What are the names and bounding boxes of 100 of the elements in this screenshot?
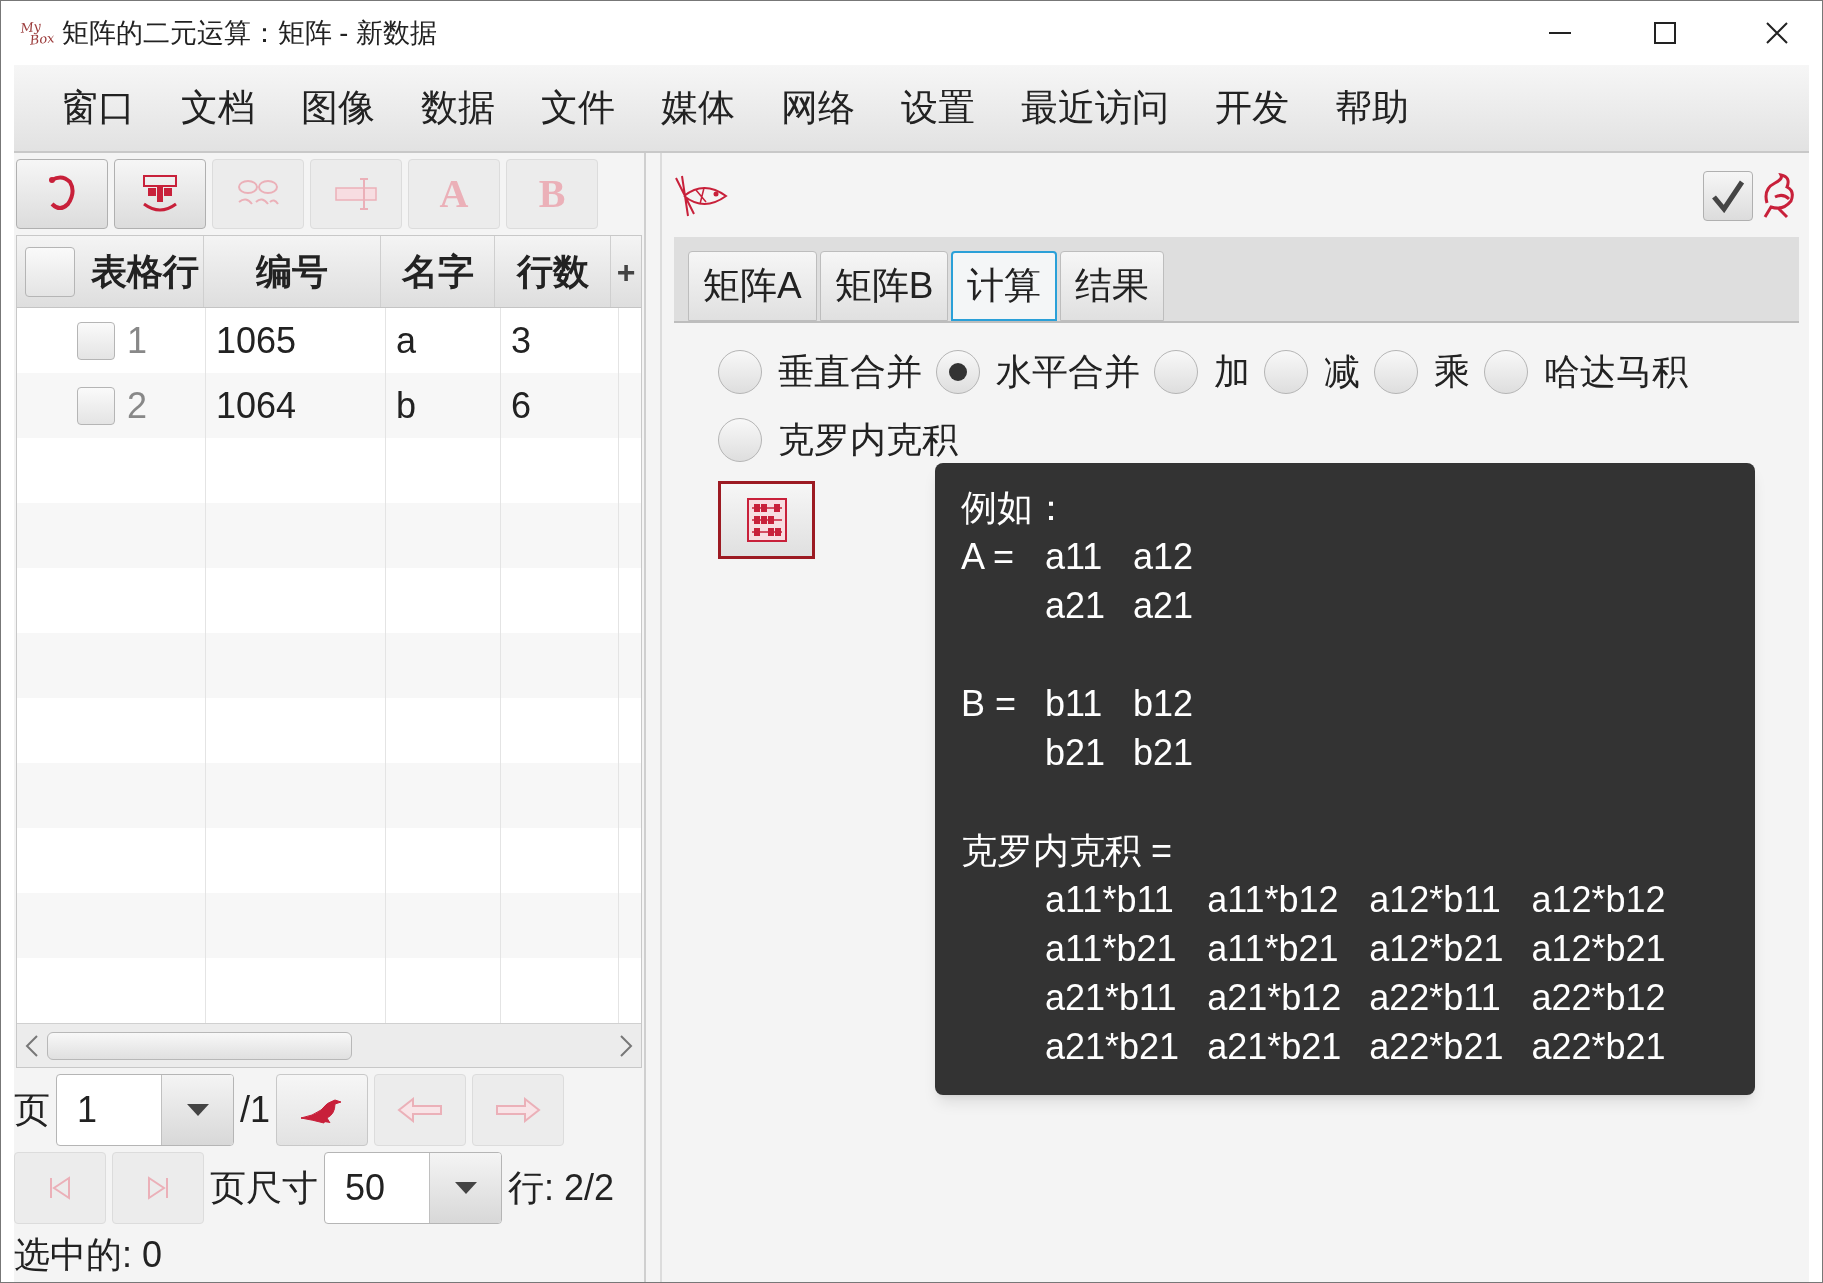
column-header[interactable]: 表格行 bbox=[17, 236, 204, 307]
menu-item[interactable]: 数据 bbox=[421, 80, 495, 136]
window-title: 矩阵的二元运算：矩阵 - 新数据 bbox=[61, 16, 437, 50]
next-button[interactable] bbox=[472, 1074, 565, 1146]
matrix-entry: a21 bbox=[1133, 584, 1194, 628]
matrix-entry: a11 bbox=[1045, 535, 1104, 579]
radio-button[interactable] bbox=[718, 350, 762, 394]
dropdown-arrow-icon bbox=[454, 1182, 477, 1194]
matrix-entry: a22*b21 bbox=[1531, 1025, 1666, 1069]
radio-label: 乘 bbox=[1434, 350, 1470, 394]
tooltip-text: 克罗内克积 = bbox=[961, 829, 1174, 873]
matrix-entry: b21 bbox=[1133, 731, 1194, 775]
menu-item[interactable]: 开发 bbox=[1215, 80, 1289, 136]
menu-item[interactable]: 网络 bbox=[781, 80, 855, 136]
table-cell-text: 2 bbox=[127, 383, 148, 428]
scroll-right-icon[interactable] bbox=[619, 1034, 633, 1057]
matrix-entry: a11*b21 bbox=[1045, 927, 1178, 971]
page-size-label: 页尺寸 bbox=[210, 1166, 318, 1210]
tooltip-text: 例如： bbox=[961, 486, 1070, 530]
radio-button[interactable] bbox=[1154, 350, 1198, 394]
scroll-left-icon[interactable] bbox=[25, 1034, 39, 1057]
page-label: 页 bbox=[14, 1088, 50, 1132]
menu-item[interactable]: 帮助 bbox=[1335, 80, 1409, 136]
toolbar-icon-button[interactable] bbox=[16, 159, 108, 229]
column-header[interactable]: 编号 bbox=[203, 236, 382, 307]
fish-icon[interactable] bbox=[674, 174, 730, 218]
page-dropdown[interactable]: 1 bbox=[56, 1074, 234, 1146]
previous-button[interactable] bbox=[374, 1074, 467, 1146]
table-cell-text: 3 bbox=[511, 318, 532, 363]
column-header[interactable]: 名字 bbox=[381, 236, 495, 307]
close-icon[interactable] bbox=[1766, 22, 1788, 44]
maximize-icon[interactable] bbox=[1654, 22, 1676, 44]
skip-start-icon bbox=[49, 1176, 71, 1200]
menu-item[interactable]: 媒体 bbox=[661, 80, 735, 136]
radio-label: 水平合并 bbox=[996, 350, 1140, 394]
matrix-entry: b12 bbox=[1133, 682, 1194, 726]
menu-item[interactable]: 文件 bbox=[541, 80, 615, 136]
menu-item[interactable]: 文档 bbox=[181, 80, 255, 136]
calculate-button[interactable] bbox=[718, 481, 815, 559]
go-button[interactable] bbox=[276, 1074, 369, 1146]
last-page-button[interactable] bbox=[112, 1152, 204, 1224]
checkbox[interactable] bbox=[25, 246, 75, 297]
radio-button[interactable] bbox=[1264, 350, 1308, 394]
table-cell-text: 1 bbox=[127, 318, 148, 363]
matrix-entry: a12*b21 bbox=[1531, 927, 1666, 971]
matrix-entry: a21 bbox=[1045, 584, 1106, 628]
tab[interactable]: 结果 bbox=[1060, 251, 1165, 321]
selected-count: 选中的: 0 bbox=[14, 1233, 164, 1277]
matrix-entry: a12*b12 bbox=[1531, 878, 1666, 922]
checkbox[interactable] bbox=[77, 321, 115, 360]
matrix-entry: a22*b21 bbox=[1369, 1025, 1504, 1069]
table-cell-text: a bbox=[396, 318, 417, 363]
radio-label: 克罗内克积 bbox=[778, 418, 958, 462]
tab[interactable]: 矩阵B bbox=[819, 251, 949, 321]
toolbar-icon-button[interactable] bbox=[114, 159, 206, 229]
radio-button[interactable] bbox=[936, 350, 980, 394]
column-header[interactable]: 行数 bbox=[494, 236, 612, 307]
row-count: 行: 2/2 bbox=[508, 1166, 615, 1210]
minimize-icon[interactable] bbox=[1549, 32, 1571, 34]
tab[interactable]: 矩阵A bbox=[688, 251, 817, 321]
tooltip-text: A = bbox=[961, 535, 1016, 579]
table-cell-text: 1064 bbox=[216, 383, 297, 428]
matrix-entry: a21*b21 bbox=[1207, 1025, 1342, 1069]
radio-label: 减 bbox=[1324, 350, 1360, 394]
cursor-bar-icon bbox=[334, 177, 378, 211]
matrix-entry: a11*b12 bbox=[1207, 878, 1340, 922]
matrix-entry: a21*b21 bbox=[1045, 1025, 1180, 1069]
tooltip-text: B = bbox=[961, 682, 1018, 726]
menu-item[interactable]: 图像 bbox=[301, 80, 375, 136]
radio-button[interactable] bbox=[1374, 350, 1418, 394]
table-cell-text: b bbox=[396, 383, 417, 428]
tab[interactable]: 计算 bbox=[951, 251, 1058, 321]
radio-button[interactable] bbox=[1484, 350, 1528, 394]
menu-item[interactable]: 窗口 bbox=[61, 80, 135, 136]
matrix-entry: a11*b11 bbox=[1045, 878, 1175, 922]
add-column-button[interactable]: + bbox=[611, 236, 641, 307]
skip-end-icon bbox=[147, 1176, 169, 1200]
menu-item[interactable]: 最近访问 bbox=[1021, 80, 1169, 136]
matrix-entry: a22*b11 bbox=[1369, 976, 1502, 1020]
left-arrow-icon bbox=[397, 1097, 444, 1123]
first-page-button[interactable] bbox=[14, 1152, 106, 1224]
right-arrow-icon bbox=[495, 1097, 542, 1123]
radio-label: 加 bbox=[1214, 350, 1250, 394]
page-size-dropdown[interactable]: 50 bbox=[324, 1152, 502, 1224]
horizontal-scrollbar[interactable] bbox=[17, 1023, 641, 1067]
matrix-entry: b21 bbox=[1045, 731, 1106, 775]
checkbox[interactable] bbox=[77, 386, 115, 425]
matrix-entry: a21*b11 bbox=[1045, 976, 1178, 1020]
abacus-icon bbox=[746, 498, 787, 542]
radio-button[interactable] bbox=[718, 418, 762, 462]
scrollbar-thumb[interactable] bbox=[47, 1031, 352, 1060]
matrix-entry: a12*b11 bbox=[1369, 878, 1502, 922]
confirm-button[interactable] bbox=[1703, 171, 1753, 221]
matrix-entry: a11*b21 bbox=[1207, 927, 1340, 971]
table-cell-text: 6 bbox=[511, 383, 532, 428]
app-logo: My Box bbox=[19, 18, 55, 48]
radio-label: 垂直合并 bbox=[778, 350, 922, 394]
menu-item[interactable]: 设置 bbox=[901, 80, 975, 136]
column-title: 表格行 bbox=[91, 249, 199, 294]
matrix-entry: a12 bbox=[1133, 535, 1194, 579]
